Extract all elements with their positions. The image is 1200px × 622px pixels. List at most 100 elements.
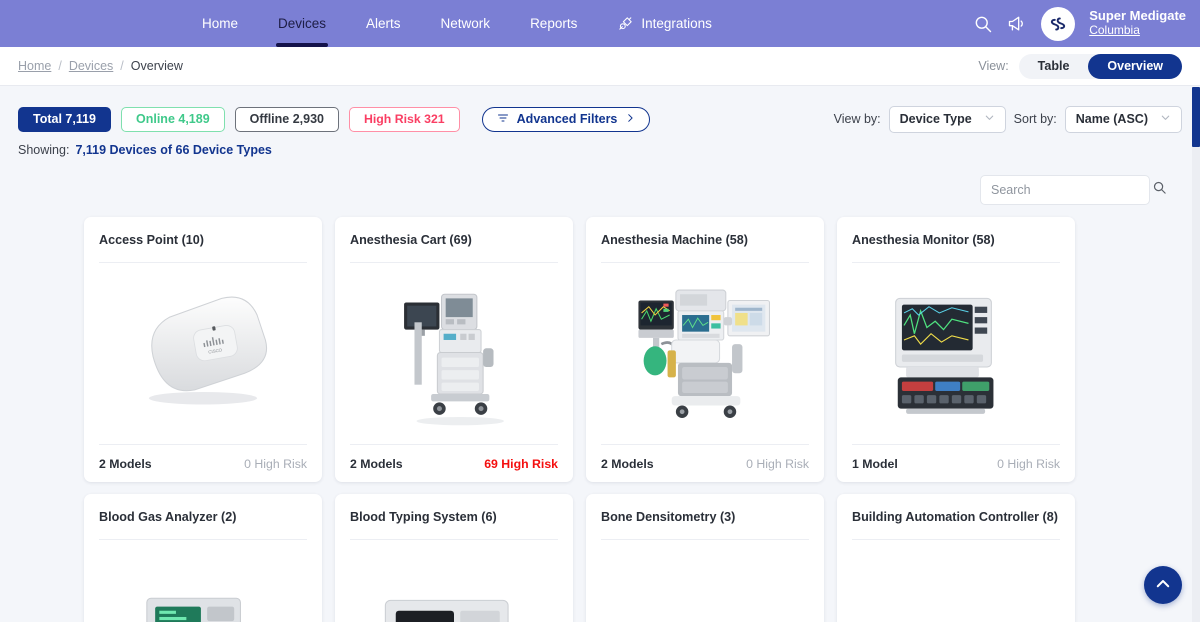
card-title: Bone Densitometry (3) (601, 510, 736, 524)
sort-by-label: Sort by: (1013, 112, 1057, 126)
device-image-anesthesia-cart (350, 263, 558, 444)
showing-summary: Showing: 7,119 Devices of 66 Device Type… (0, 138, 1200, 157)
device-type-card-grid: Access Point (10) CISCO 2 Models 0 High (0, 205, 1200, 622)
breadcrumb-item-home[interactable]: Home (18, 59, 51, 73)
scroll-to-top-button[interactable] (1144, 566, 1182, 604)
card-high-risk-count: 0 High Risk (746, 456, 809, 471)
sort-by-value: Name (ASC) (1075, 112, 1148, 126)
device-image-bone-densitometry (601, 540, 809, 622)
filter-chip-offline[interactable]: Offline 2,930 (234, 106, 339, 132)
device-image-anesthesia-machine (601, 263, 809, 444)
organization-block[interactable]: Super Medigate Columbia (1089, 8, 1186, 38)
card-title: Anesthesia Monitor (58) (852, 233, 995, 247)
showing-value: 7,119 Devices of 66 Device Types (75, 143, 272, 157)
view-by-label: View by: (833, 112, 881, 126)
card-title: Anesthesia Machine (58) (601, 233, 748, 247)
filter-row: Total 7,119 Online 4,189 Offline 2,930 H… (0, 86, 1200, 138)
view-by-select[interactable]: Device Type (888, 105, 1006, 133)
advanced-filters-label: Advanced Filters (516, 112, 618, 126)
device-type-card[interactable]: Access Point (10) CISCO 2 Models 0 High (84, 217, 322, 482)
search-row (0, 157, 1200, 205)
nav-link-label: Network (440, 16, 491, 31)
filter-chip-online[interactable]: Online 4,189 (121, 106, 225, 132)
card-footer: 2 Models 0 High Risk (99, 444, 307, 482)
card-model-count: 2 Models (99, 456, 152, 471)
device-type-card[interactable]: Anesthesia Machine (58) 2 Models 0 High … (586, 217, 824, 482)
nav-link-devices[interactable]: Devices (258, 0, 346, 47)
chevron-down-icon (1160, 112, 1171, 126)
filter-icon (497, 112, 509, 127)
search-icon[interactable] (1152, 180, 1167, 200)
breadcrumb-item-devices[interactable]: Devices (69, 59, 113, 73)
view-toggle-wrapper: View: Table Overview (978, 53, 1182, 79)
search-icon[interactable] (973, 14, 993, 34)
device-type-card[interactable]: Anesthesia Monitor (58) 1 Model 0 High R… (837, 217, 1075, 482)
device-type-card[interactable]: Bone Densitometry (3) (586, 494, 824, 622)
card-title: Building Automation Controller (8) (852, 510, 1058, 524)
nav-link-home[interactable]: Home (182, 0, 258, 47)
tab-overview-view[interactable]: Overview (1088, 53, 1182, 79)
nav-link-alerts[interactable]: Alerts (346, 0, 421, 47)
tab-table-view[interactable]: Table (1019, 54, 1089, 79)
nav-right-area: Super Medigate Columbia (973, 6, 1200, 41)
page-scrollbar-track[interactable] (1192, 87, 1200, 622)
sort-by-select[interactable]: Name (ASC) (1064, 105, 1182, 133)
megaphone-icon[interactable] (1007, 14, 1027, 34)
device-image-blood-typing-system (350, 540, 558, 622)
device-image-access-point: CISCO (99, 263, 307, 444)
top-navigation-bar: Home Devices Alerts Network Reports Inte… (0, 0, 1200, 47)
plug-icon (617, 15, 634, 32)
device-type-card[interactable]: Blood Typing System (6) (335, 494, 573, 622)
device-image-building-automation-controller (852, 540, 1060, 622)
breadcrumb-bar: Home / Devices / Overview View: Table Ov… (0, 47, 1200, 86)
breadcrumb-separator: / (120, 59, 124, 73)
nav-link-label: Reports (530, 16, 578, 31)
view-by-value: Device Type (899, 112, 972, 126)
organization-site-link[interactable]: Columbia (1089, 23, 1186, 38)
search-input[interactable] (991, 183, 1152, 197)
card-high-risk-count: 69 High Risk (484, 456, 558, 471)
nav-link-label: Home (202, 16, 239, 31)
card-footer: 2 Models 0 High Risk (601, 444, 809, 482)
company-logo-icon[interactable] (1041, 6, 1076, 41)
nav-link-integrations[interactable]: Integrations (597, 0, 732, 47)
nav-link-network[interactable]: Network (421, 0, 511, 47)
view-toggle-group: Table Overview (1018, 53, 1182, 79)
card-high-risk-count: 0 High Risk (997, 456, 1060, 471)
card-title: Blood Gas Analyzer (2) (99, 510, 237, 524)
card-model-count: 1 Model (852, 456, 898, 471)
device-image-anesthesia-monitor (852, 263, 1060, 444)
showing-prefix: Showing: (18, 143, 70, 157)
card-title: Anesthesia Cart (69) (350, 233, 472, 247)
filter-chip-total[interactable]: Total 7,119 (18, 106, 111, 132)
card-high-risk-count: 0 High Risk (244, 456, 307, 471)
card-title: Blood Typing System (6) (350, 510, 497, 524)
nav-link-reports[interactable]: Reports (510, 0, 597, 47)
list-controls: View by: Device Type Sort by: Name (ASC) (833, 105, 1182, 133)
nav-links: Home Devices Alerts Network Reports Inte… (182, 0, 732, 47)
advanced-filters-button[interactable]: Advanced Filters (481, 106, 651, 132)
filter-chip-high-risk[interactable]: High Risk 321 (349, 106, 460, 132)
device-type-card[interactable]: Building Automation Controller (8) (837, 494, 1075, 622)
view-toggle-label: View: (978, 59, 1009, 73)
breadcrumb-separator: / (58, 59, 62, 73)
chevron-up-icon (1154, 575, 1172, 596)
page-scrollbar-thumb[interactable] (1192, 87, 1200, 147)
device-image-blood-gas-analyzer (99, 540, 307, 622)
device-type-card[interactable]: Anesthesia Cart (69) 2 Models 69 High Ri… (335, 217, 573, 482)
card-footer: 1 Model 0 High Risk (852, 444, 1060, 482)
card-model-count: 2 Models (350, 456, 403, 471)
chevron-down-icon (984, 112, 995, 126)
card-title: Access Point (10) (99, 233, 204, 247)
breadcrumb-item-overview: Overview (130, 59, 183, 73)
nav-link-label: Devices (278, 16, 327, 31)
chevron-right-icon (625, 113, 635, 126)
search-box[interactable] (980, 175, 1166, 205)
breadcrumb: Home / Devices / Overview (18, 59, 183, 73)
device-type-card[interactable]: Blood Gas Analyzer (2) (84, 494, 322, 622)
card-model-count: 2 Models (601, 456, 654, 471)
card-footer: 2 Models 69 High Risk (350, 444, 558, 482)
nav-link-label: Alerts (366, 16, 401, 31)
nav-link-label: Integrations (641, 16, 712, 31)
organization-name: Super Medigate (1089, 8, 1186, 24)
